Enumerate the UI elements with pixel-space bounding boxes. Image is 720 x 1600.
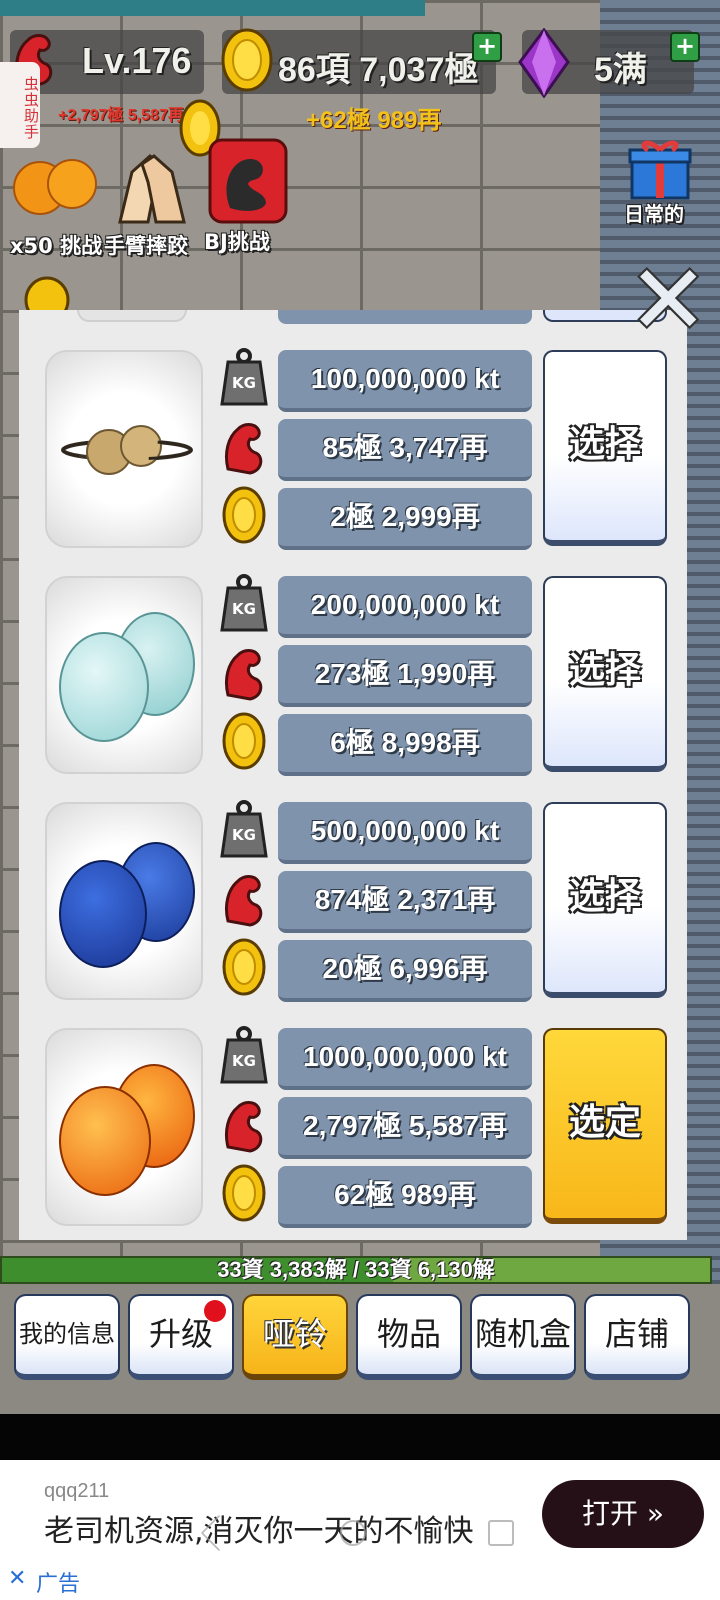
gift-icon bbox=[628, 136, 692, 204]
weight-value: 1000,000,000 kt bbox=[278, 1028, 532, 1090]
daily-gift-button[interactable]: 日常的 bbox=[622, 136, 698, 232]
gold-coin-icon bbox=[219, 938, 269, 996]
experience-progress-bar: 33資 3,383解 / 33資 6,130解 bbox=[0, 1256, 712, 1284]
previous-item-row-edge bbox=[19, 310, 687, 324]
back-nav-icon[interactable] bbox=[200, 1514, 238, 1552]
select-button[interactable]: 选择 bbox=[543, 802, 667, 998]
select-button[interactable]: 选择 bbox=[543, 350, 667, 546]
arm-wrestling-label: 手臂摔跤 bbox=[104, 234, 188, 258]
menu-my-info-button[interactable]: 我的信息 bbox=[14, 1294, 120, 1380]
weight-value: 500,000,000 kt bbox=[278, 802, 532, 864]
close-modal-button[interactable]: ✕ bbox=[628, 252, 708, 348]
dumbbell-item-row: KG 100,000,000 kt 85極 3,747再 2極 2,999再 选… bbox=[19, 348, 687, 550]
select-button[interactable]: 选择 bbox=[543, 576, 667, 772]
add-gold-button[interactable]: + bbox=[472, 32, 502, 62]
flexed-arm-icon bbox=[219, 874, 269, 927]
bj-challenge-icon bbox=[208, 138, 288, 228]
x50-challenge-label: x50 挑战 bbox=[10, 234, 103, 258]
x50-challenge-button[interactable]: x50 挑战 bbox=[10, 142, 103, 262]
gold-coin-icon bbox=[220, 28, 274, 96]
kg-weight-icon: KG bbox=[219, 1026, 269, 1084]
flexed-arm-icon bbox=[219, 422, 269, 475]
add-gem-button[interactable]: + bbox=[670, 32, 700, 62]
cost-value: 2極 2,999再 bbox=[278, 488, 532, 550]
menu-dumbbell-button[interactable]: 哑铃 bbox=[242, 1294, 348, 1380]
cost-value: 20極 6,996再 bbox=[278, 940, 532, 1002]
bj-challenge-button[interactable]: BJ挑战 bbox=[204, 138, 294, 262]
kg-weight-icon: KG bbox=[219, 348, 269, 406]
weight-value: 100,000,000 kt bbox=[278, 350, 532, 412]
gold-coin-icon bbox=[219, 486, 269, 544]
home-nav-icon[interactable] bbox=[340, 1520, 366, 1546]
kg-weight-icon: KG bbox=[219, 574, 269, 632]
kg-label: KG bbox=[232, 374, 256, 392]
menu-upgrade-button[interactable]: 升级 bbox=[128, 1294, 234, 1380]
strength-value: 273極 1,990再 bbox=[278, 645, 532, 707]
weight-value: 200,000,000 kt bbox=[278, 576, 532, 638]
helper-side-tab[interactable]: 虫虫助手 bbox=[0, 62, 40, 148]
strength-value: 2,797極 5,587再 bbox=[278, 1097, 532, 1159]
kg-label: KG bbox=[232, 600, 256, 618]
gem-amount-text: 5满 bbox=[594, 51, 647, 89]
dumbbell-select-modal: KG 100,000,000 kt 85極 3,747再 2極 2,999再 选… bbox=[19, 310, 687, 1240]
ad-label: 广告 bbox=[36, 1572, 81, 1597]
gold-coin-icon bbox=[219, 1164, 269, 1222]
dumbbell-item-row: KG 500,000,000 kt 874極 2,371再 20極 6,996再… bbox=[19, 800, 687, 1002]
menu-shop-button[interactable]: 店铺 bbox=[584, 1294, 690, 1380]
menu-upgrade-label: 升级 bbox=[148, 1315, 213, 1353]
strength-value: 874極 2,371再 bbox=[278, 871, 532, 933]
kg-label: KG bbox=[232, 1052, 256, 1070]
daily-gift-label: 日常的 bbox=[624, 202, 684, 226]
recents-nav-icon[interactable] bbox=[488, 1520, 514, 1546]
dumbbell-item-row: KG 200,000,000 kt 273極 1,990再 6極 8,998再 … bbox=[19, 574, 687, 776]
strength-value: 85極 3,747再 bbox=[278, 419, 532, 481]
level-income-text: +2,797極 5,587再 bbox=[58, 107, 184, 124]
gold-amount-text: 86項 7,037極 bbox=[278, 51, 479, 89]
top-accent-bar bbox=[0, 0, 425, 16]
notification-dot bbox=[204, 1300, 226, 1322]
dumbbell-item-row: KG 1000,000,000 kt 2,797極 5,587再 62極 989… bbox=[19, 1026, 687, 1228]
experience-progress-text: 33資 3,383解 / 33資 6,130解 bbox=[217, 1257, 495, 1282]
arm-wrestling-button[interactable]: 手臂摔跤 bbox=[104, 142, 200, 262]
system-navigation-bar bbox=[0, 1508, 720, 1558]
ad-close-icon[interactable]: ✕ bbox=[8, 1566, 26, 1591]
bj-challenge-label: BJ挑战 bbox=[204, 230, 270, 254]
level-text: Lv.176 bbox=[82, 40, 192, 81]
gold-coin-icon bbox=[219, 712, 269, 770]
flexed-arm-icon bbox=[219, 1100, 269, 1153]
menu-items-button[interactable]: 物品 bbox=[356, 1294, 462, 1380]
gold-income-text: +62極 989再 bbox=[306, 107, 442, 134]
cost-value: 6極 8,998再 bbox=[278, 714, 532, 776]
neptune-dumbbell-thumbnail bbox=[45, 802, 203, 1000]
flexed-arm-icon bbox=[219, 648, 269, 701]
cost-value: 62極 989再 bbox=[278, 1166, 532, 1228]
bottom-menu-bar: 我的信息 升级 哑铃 物品 随机盒 店铺 bbox=[0, 1284, 720, 1414]
saturn-dumbbell-thumbnail bbox=[45, 350, 203, 548]
uranus-dumbbell-thumbnail bbox=[45, 576, 203, 774]
sun-dumbbell-icon bbox=[12, 146, 98, 234]
menu-random-box-button[interactable]: 随机盒 bbox=[470, 1294, 576, 1380]
kg-label: KG bbox=[232, 826, 256, 844]
purple-gem-icon bbox=[518, 27, 570, 102]
ad-source-text: qqq211 bbox=[44, 1480, 110, 1502]
arm-wrestling-icon bbox=[110, 142, 194, 232]
selected-button[interactable]: 选定 bbox=[543, 1028, 667, 1224]
sun-dumbbell-thumbnail bbox=[45, 1028, 203, 1226]
ad-divider-band bbox=[0, 1414, 720, 1460]
kg-weight-icon: KG bbox=[219, 800, 269, 858]
